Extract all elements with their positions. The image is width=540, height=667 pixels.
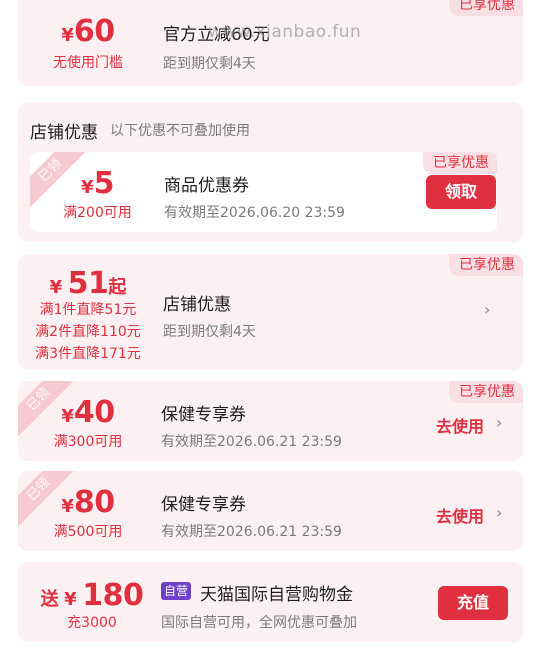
coupon-subtitle: 国际自营可用，全网优惠可叠加 [161, 615, 357, 631]
recharge-button[interactable]: 充值 [438, 586, 508, 620]
section-note: 以下优惠不可叠加使用 [110, 123, 250, 139]
coupon-price: ¥80 [61, 485, 115, 520]
tier-2: 满2件直降110元 [35, 324, 141, 340]
applied-tag: 已享优惠 [423, 152, 497, 174]
coupon-price: ¥5 [81, 166, 114, 201]
applied-tag: 已享优惠 [449, 381, 523, 403]
coupon-title: 保健专享券 [161, 405, 246, 425]
coupon-subtitle: 距到期仅剩4天 [163, 324, 256, 340]
coupon-card-store-tiered[interactable]: 已享优惠 ¥ 51起 满1件直降51元 满2件直降110元 满3件直降171元 … [18, 254, 523, 370]
coupon-price: ¥ 51起 [49, 266, 127, 301]
coupon-condition: 满300可用 [53, 434, 123, 450]
coupon-card-shopping-credit[interactable]: 送 ¥ 180 充3000 自营 天猫国际自营购物金 国际自营可用，全网优惠可叠… [18, 562, 523, 642]
tier-1: 满1件直降51元 [39, 302, 137, 318]
chevron-right-icon[interactable]: › [496, 503, 502, 522]
watermark: www.xianbao.fun [208, 22, 362, 42]
claim-button[interactable]: 领取 [426, 175, 496, 209]
coupon-condition: 满500可用 [53, 524, 123, 540]
coupon-subtitle: 有效期至2026.06.20 23:59 [164, 205, 345, 221]
coupon-title: 商品优惠券 [164, 176, 249, 196]
coupon-card-official[interactable]: 已享优惠 ¥60 无使用门槛 官方立减60元 距到期仅剩4天 [18, 0, 523, 86]
coupon-card-product[interactable]: 已领 已享优惠 ¥5 满200可用 商品优惠券 有效期至2026.06.20 2… [30, 152, 497, 232]
store-discount-section: 店铺优惠 以下优惠不可叠加使用 已领 已享优惠 ¥5 满200可用 商品优惠券 … [18, 102, 523, 242]
coupon-condition: 无使用门槛 [53, 55, 123, 71]
coupon-card-health-300[interactable]: 已领 已享优惠 ¥40 满300可用 保健专享券 有效期至2026.06.21 … [18, 381, 523, 461]
coupon-subtitle: 有效期至2026.06.21 23:59 [161, 524, 342, 540]
applied-tag: 已享优惠 [449, 0, 523, 16]
use-button[interactable]: 去使用 [436, 503, 484, 527]
coupon-card-health-500[interactable]: 已领 ¥80 满500可用 保健专享券 有效期至2026.06.21 23:59… [18, 471, 523, 551]
coupon-subtitle: 有效期至2026.06.21 23:59 [161, 434, 342, 450]
coupon-subtitle: 距到期仅剩4天 [163, 56, 256, 72]
tier-3: 满3件直降171元 [35, 346, 141, 362]
chevron-right-icon[interactable]: › [496, 413, 502, 432]
use-button[interactable]: 去使用 [436, 413, 484, 437]
coupon-condition: 满200可用 [63, 205, 132, 221]
coupon-title: 天猫国际自营购物金 [200, 585, 353, 605]
section-heading: 店铺优惠 [30, 123, 98, 143]
coupon-price: ¥40 [61, 395, 115, 430]
self-operated-badge: 自营 [161, 582, 192, 600]
coupon-title: 保健专享券 [161, 495, 246, 515]
chevron-right-icon[interactable]: › [484, 300, 490, 319]
applied-tag: 已享优惠 [449, 254, 523, 276]
coupon-price: ¥60 [61, 14, 115, 49]
coupon-condition: 充3000 [67, 615, 117, 631]
coupon-title: 店铺优惠 [163, 295, 231, 315]
coupon-price: 送 ¥ 180 [40, 578, 144, 613]
